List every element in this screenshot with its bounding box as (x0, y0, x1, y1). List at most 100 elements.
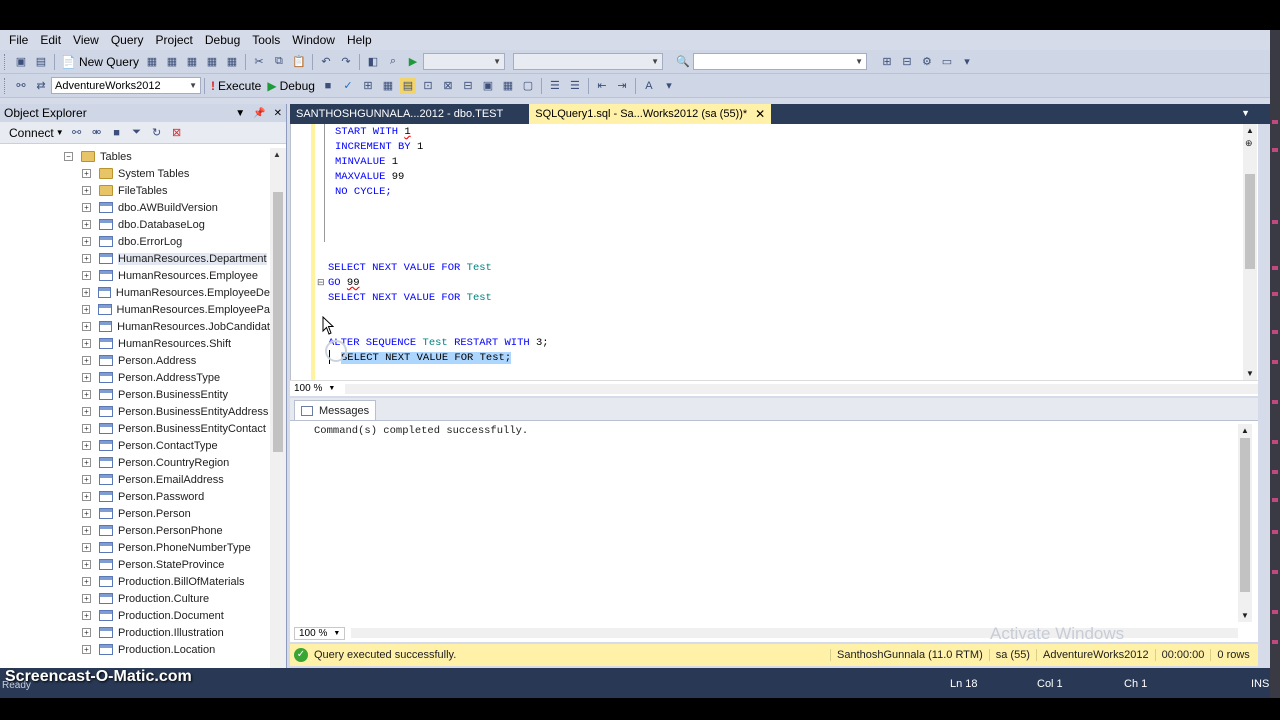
xmla-query-icon[interactable]: ▦ (224, 54, 240, 70)
menu-window[interactable]: Window (286, 30, 341, 50)
tree-node[interactable]: + Production.Document (0, 607, 270, 624)
expand-icon[interactable]: + (82, 492, 91, 501)
tree-node-tables[interactable]: − Tables (0, 148, 270, 165)
scroll-thumb[interactable] (273, 192, 283, 452)
close-icon[interactable]: ✕ (274, 108, 282, 119)
overflow-icon[interactable]: ▾ (661, 78, 677, 94)
include-plan-icon[interactable]: ⊠ (440, 78, 456, 94)
expand-icon[interactable]: + (82, 645, 91, 654)
tree-node[interactable]: + HumanResources.Employee (0, 267, 270, 284)
scroll-thumb[interactable] (1240, 438, 1250, 592)
add-item-icon[interactable]: ▤ (33, 54, 49, 70)
menu-file[interactable]: File (3, 30, 34, 50)
results-pane[interactable]: Command(s) completed successfully. (290, 420, 1258, 624)
estimated-plan-icon[interactable]: ⊞ (360, 78, 376, 94)
activity-icon[interactable]: ⊠ (169, 125, 185, 141)
overflow-icon[interactable]: ▾ (959, 54, 975, 70)
tree-node[interactable]: + HumanResources.EmployeeDe (0, 284, 270, 301)
tree-node[interactable]: + Person.StateProvince (0, 556, 270, 573)
menu-query[interactable]: Query (105, 30, 150, 50)
stop-icon[interactable]: ■ (109, 125, 125, 141)
expand-icon[interactable]: + (82, 356, 91, 365)
paste-icon[interactable]: 📋 (291, 54, 307, 70)
scroll-down-icon[interactable]: ▼ (1246, 369, 1254, 378)
toolbar-grip[interactable] (4, 53, 7, 70)
expand-icon[interactable]: + (82, 577, 91, 586)
expand-icon[interactable]: + (82, 628, 91, 637)
results-text-icon[interactable]: ▣ (480, 78, 496, 94)
expand-icon[interactable]: + (82, 526, 91, 535)
tree-node[interactable]: + Person.BusinessEntity (0, 386, 270, 403)
query-designer-icon[interactable]: ▦ (380, 78, 396, 94)
menu-help[interactable]: Help (341, 30, 378, 50)
parse-icon[interactable]: ✓ (340, 78, 356, 94)
disconnect-icon[interactable]: ⚮ (89, 125, 105, 141)
expand-icon[interactable]: + (82, 560, 91, 569)
toolbar-grip[interactable] (4, 77, 7, 94)
scroll-down-icon[interactable]: ▼ (1241, 611, 1249, 620)
expand-icon[interactable]: + (82, 594, 91, 603)
results-file-icon[interactable]: ▢ (520, 78, 536, 94)
execute-button[interactable]: ! Execute (208, 76, 264, 96)
properties-icon[interactable]: ⚙ (919, 54, 935, 70)
tree-node[interactable]: + Person.PersonPhone (0, 522, 270, 539)
expand-icon[interactable]: + (82, 305, 91, 314)
tree-node[interactable]: + Person.AddressType (0, 369, 270, 386)
object-explorer-vscrollbar[interactable]: ▲ ▼ (270, 148, 286, 686)
intellisense-icon[interactable]: ⊡ (420, 78, 436, 94)
analysis-query-icon[interactable]: ▦ (164, 54, 180, 70)
menu-project[interactable]: Project (150, 30, 199, 50)
expand-icon[interactable]: + (82, 254, 91, 263)
menu-view[interactable]: View (67, 30, 105, 50)
toolbox-icon[interactable]: ▭ (939, 54, 955, 70)
menu-edit[interactable]: Edit (34, 30, 67, 50)
find-icon[interactable]: ⌕ (385, 54, 401, 70)
tree-node[interactable]: + Person.Password (0, 488, 270, 505)
find-in-files-icon[interactable]: 🔍 (675, 54, 691, 70)
client-stats-icon[interactable]: ⊟ (460, 78, 476, 94)
tree-node[interactable]: + Person.BusinessEntityAddress (0, 403, 270, 420)
copy-icon[interactable]: ⧉ (271, 54, 287, 70)
registered-servers-icon[interactable]: ⊞ (879, 54, 895, 70)
scroll-thumb[interactable] (1245, 174, 1255, 269)
expand-icon[interactable]: + (82, 186, 91, 195)
expand-icon[interactable]: + (82, 407, 91, 416)
expand-icon[interactable]: + (82, 543, 91, 552)
expand-icon[interactable]: + (82, 203, 91, 212)
object-explorer-icon[interactable]: ⊟ (899, 54, 915, 70)
change-connection-icon[interactable]: ⇄ (33, 78, 49, 94)
tree-node[interactable]: + Person.Person (0, 505, 270, 522)
new-query-button[interactable]: 📄 New Query (58, 52, 142, 72)
tree-node[interactable]: + HumanResources.JobCandidat (0, 318, 270, 335)
split-icon[interactable]: ⊕ (1245, 138, 1253, 149)
filter-icon[interactable]: ⏷ (129, 125, 145, 141)
expand-icon[interactable]: + (82, 237, 91, 246)
redo-icon[interactable]: ↷ (338, 54, 354, 70)
tree-node[interactable]: + HumanResources.Department (0, 250, 270, 267)
expand-icon[interactable]: + (82, 458, 91, 467)
connect-button[interactable]: Connect ▼ (6, 123, 67, 143)
db-engine-query-icon[interactable]: ▦ (144, 54, 160, 70)
tree-node[interactable]: + Person.BusinessEntityContact (0, 420, 270, 437)
cut-icon[interactable]: ✂ (251, 54, 267, 70)
tree-node[interactable]: + Production.Culture (0, 590, 270, 607)
solution-platform-combo[interactable]: ▼ (512, 53, 663, 70)
expand-icon[interactable]: + (82, 441, 91, 450)
tree-node[interactable]: + HumanResources.Shift (0, 335, 270, 352)
tab-messages[interactable]: Messages (294, 400, 377, 420)
available-databases-combo[interactable]: AdventureWorks2012 ▼ (51, 77, 201, 94)
menu-tools[interactable]: Tools (246, 30, 286, 50)
collapse-icon[interactable]: ⊟ (317, 277, 325, 288)
tree-node[interactable]: + Person.CountryRegion (0, 454, 270, 471)
dmx-query-icon[interactable]: ▦ (204, 54, 220, 70)
tree-node[interactable]: + Production.Illustration (0, 624, 270, 641)
expand-icon[interactable]: + (82, 509, 91, 518)
results-zoom-combo[interactable]: 100 % ▼ (294, 626, 346, 640)
scroll-up-icon[interactable]: ▲ (1246, 126, 1254, 135)
undo-icon[interactable]: ↶ (318, 54, 334, 70)
tree-node[interactable]: + System Tables (0, 165, 270, 182)
connect-object-icon[interactable]: ⚯ (69, 125, 85, 141)
expand-icon[interactable]: + (82, 339, 91, 348)
tab-dbo-test[interactable]: SANTHOSHGUNNALA...2012 - dbo.TEST (290, 104, 509, 124)
comment-icon[interactable]: ☰ (547, 78, 563, 94)
